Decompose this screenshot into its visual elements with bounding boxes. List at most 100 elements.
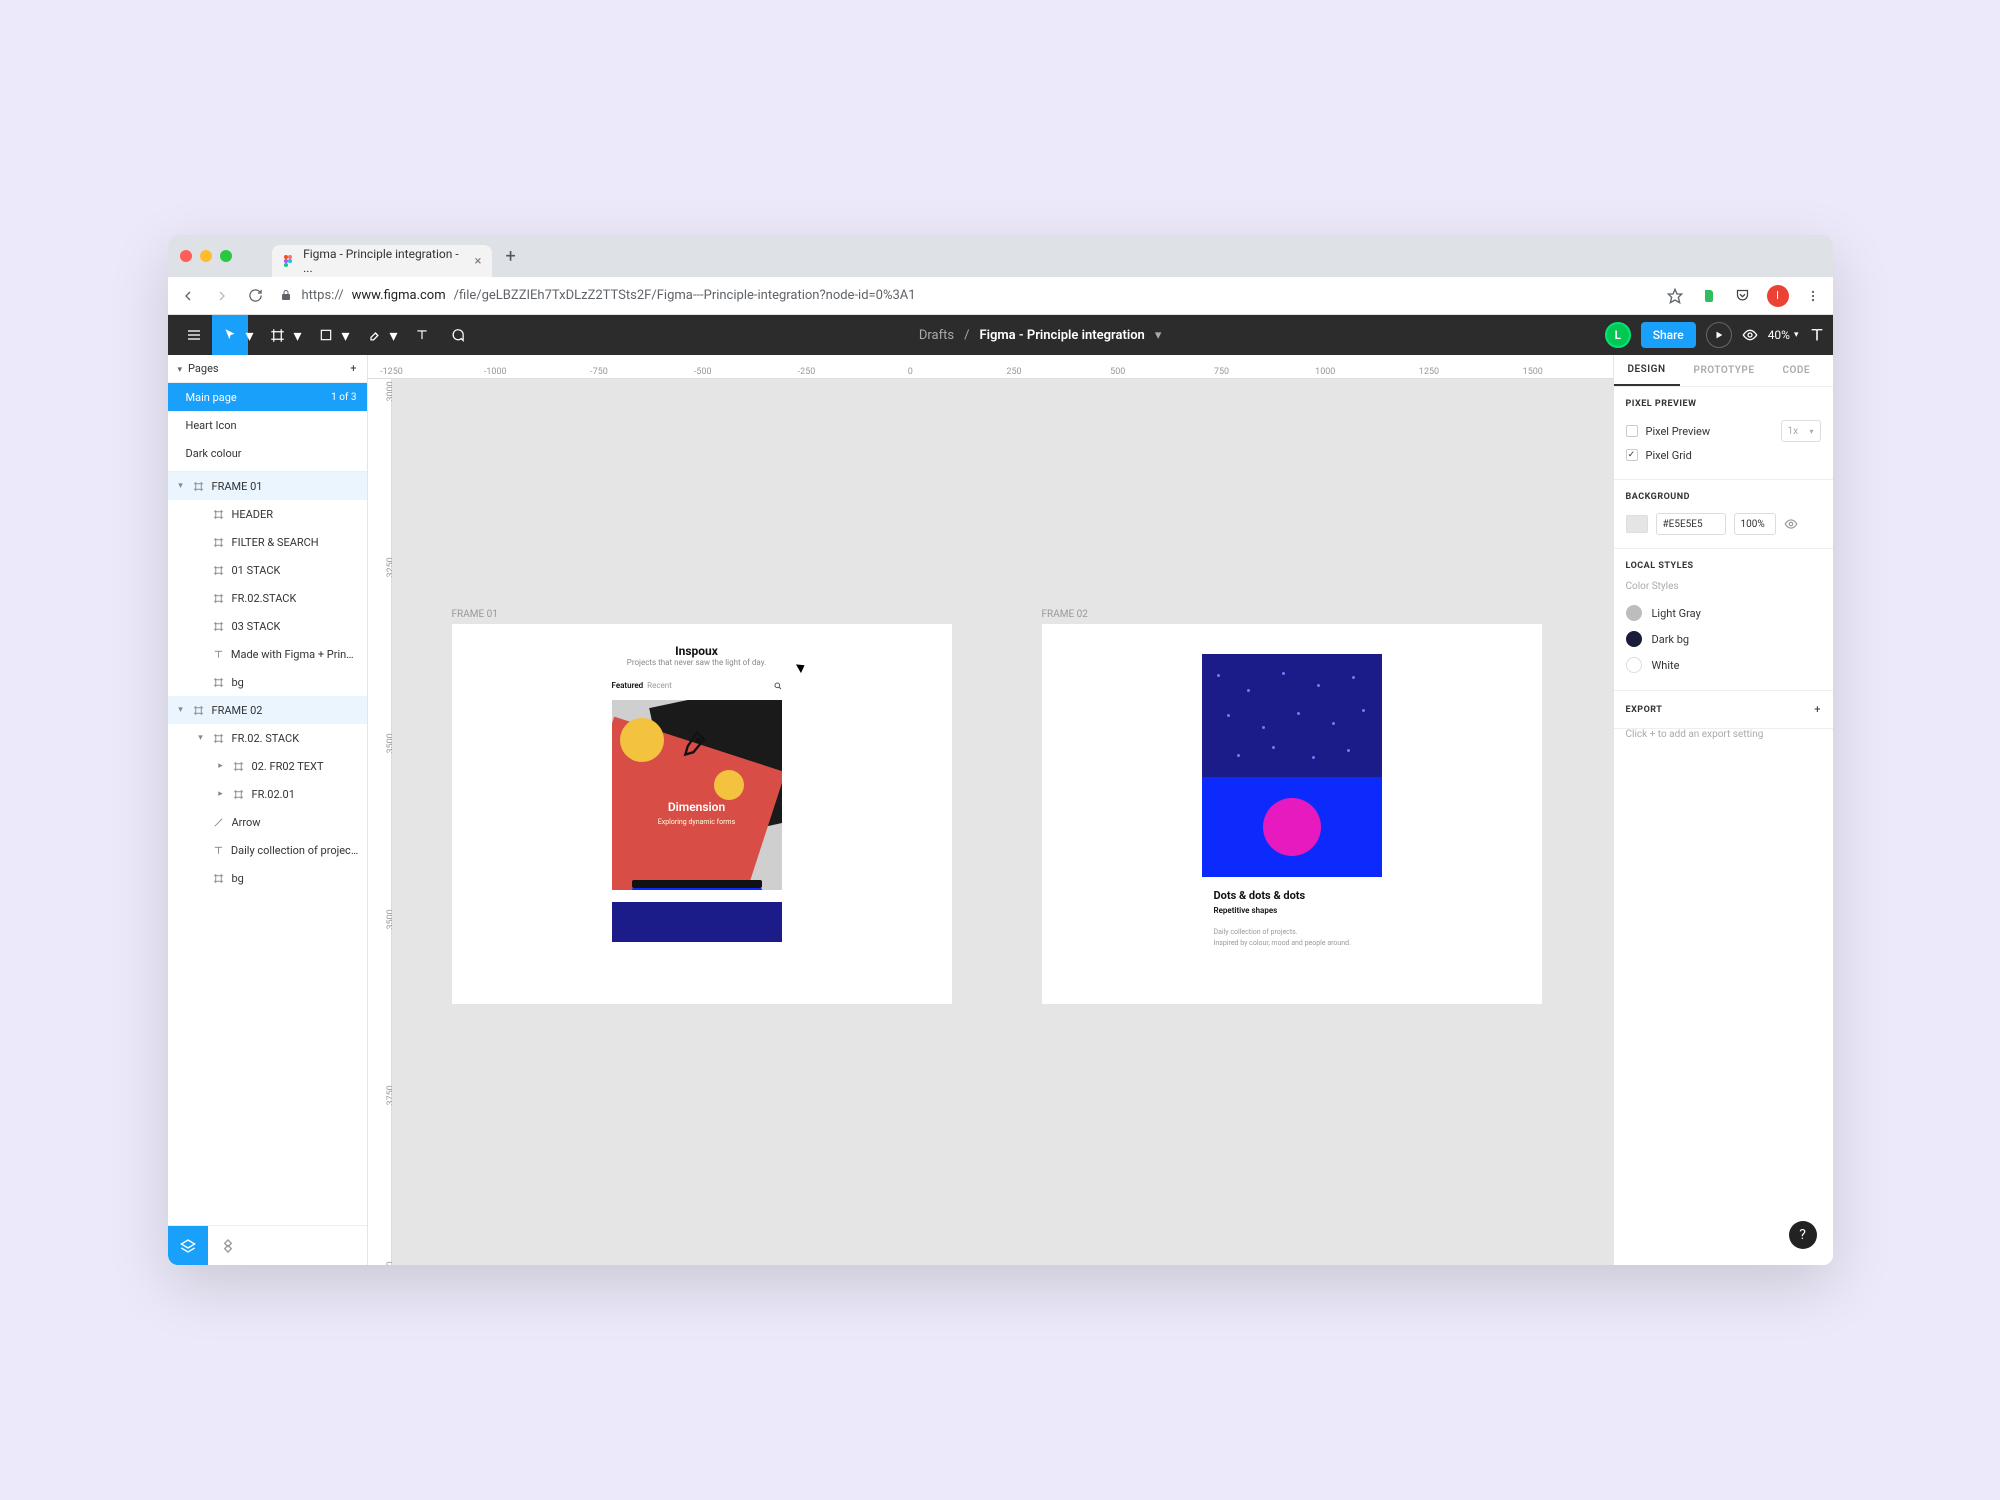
- style-white[interactable]: White: [1626, 652, 1821, 678]
- background-hex-input[interactable]: #E5E5E5: [1656, 513, 1726, 535]
- browser-actions: I: [1665, 285, 1823, 307]
- browser-tab-title: Figma - Principle integration - ...: [303, 247, 466, 275]
- frame-a-label[interactable]: FRAME 01: [452, 609, 498, 620]
- add-page-button[interactable]: +: [350, 362, 356, 375]
- maximize-window-icon[interactable]: [220, 250, 232, 262]
- zoom-control[interactable]: 40%▾: [1768, 328, 1799, 342]
- layer-row[interactable]: ▸Arrow: [168, 808, 367, 836]
- layer-row[interactable]: ▸01 STACK: [168, 556, 367, 584]
- pen-tool[interactable]: [356, 315, 392, 355]
- layer-disclosure-icon[interactable]: ▾: [176, 481, 186, 491]
- frame-b-label[interactable]: FRAME 02: [1042, 609, 1088, 620]
- decorative-dot: [1217, 674, 1220, 677]
- shape-tool[interactable]: [308, 315, 344, 355]
- forward-button[interactable]: [212, 286, 232, 306]
- layer-row[interactable]: ▸bg: [168, 864, 367, 892]
- document-breadcrumb[interactable]: Drafts / Figma - Principle integration ▾: [476, 328, 1605, 343]
- decorative-dot: [1317, 684, 1320, 687]
- move-tool-dropdown[interactable]: ▾: [244, 326, 256, 345]
- star-icon[interactable]: [1665, 286, 1685, 306]
- layer-row[interactable]: ▸bg: [168, 668, 367, 696]
- text-layer-icon: [211, 647, 225, 661]
- present-button[interactable]: [1706, 322, 1732, 348]
- profile-avatar[interactable]: I: [1767, 285, 1789, 307]
- page-row-heart[interactable]: Heart Icon: [168, 411, 367, 439]
- background-opacity-input[interactable]: 100%: [1734, 513, 1776, 535]
- add-export-button[interactable]: +: [1814, 703, 1820, 716]
- evernote-extension-icon[interactable]: [1699, 286, 1719, 306]
- canvas[interactable]: FRAME 01 Inspoux Projects that never saw…: [392, 379, 1613, 1265]
- presence-avatar[interactable]: L: [1605, 322, 1631, 348]
- layer-row[interactable]: ▸FR.02.STACK: [168, 584, 367, 612]
- pen-tool-dropdown[interactable]: ▾: [388, 326, 400, 345]
- comment-tool[interactable]: [440, 315, 476, 355]
- layer-label: bg: [232, 872, 244, 885]
- tab-design[interactable]: DESIGN: [1614, 355, 1680, 386]
- style-dark-bg[interactable]: Dark bg: [1626, 626, 1821, 652]
- layer-label: bg: [232, 676, 244, 689]
- layer-disclosure-icon[interactable]: ▸: [216, 789, 226, 799]
- ruler-tick: 250: [1006, 367, 1021, 377]
- back-button[interactable]: [178, 286, 198, 306]
- layer-row[interactable]: ▸Daily collection of project…: [168, 836, 367, 864]
- layer-disclosure-icon[interactable]: ▾: [196, 733, 206, 743]
- page-row-dark[interactable]: Dark colour: [168, 439, 367, 467]
- tab-code[interactable]: CODE: [1768, 355, 1824, 386]
- background-swatch[interactable]: [1626, 515, 1648, 533]
- layer-row[interactable]: ▸03 STACK: [168, 612, 367, 640]
- frame-a[interactable]: Inspoux Projects that never saw the ligh…: [452, 624, 952, 1004]
- url-field[interactable]: https://www.figma.com/file/geLBZZIEh7TxD…: [280, 288, 1651, 303]
- close-window-icon[interactable]: [180, 250, 192, 262]
- help-resources-button[interactable]: [1809, 327, 1825, 343]
- view-settings-button[interactable]: [1742, 327, 1758, 343]
- browser-tab[interactable]: Figma - Principle integration - ... ×: [272, 245, 492, 277]
- pages-header[interactable]: ▾Pages +: [168, 355, 367, 383]
- pixel-preview-scale-select[interactable]: 1x▾: [1781, 420, 1821, 442]
- shape-tool-dropdown[interactable]: ▾: [340, 326, 352, 345]
- background-visibility-icon[interactable]: [1784, 517, 1798, 531]
- document-menu-chevron-icon[interactable]: ▾: [1155, 328, 1162, 343]
- layer-row[interactable]: ▸Made with Figma + Princi…: [168, 640, 367, 668]
- document-title[interactable]: Figma - Principle integration: [979, 328, 1144, 343]
- help-fab[interactable]: ?: [1789, 1221, 1817, 1249]
- layer-row[interactable]: ▾ FRAME 02: [168, 696, 367, 724]
- pixel-grid-checkbox[interactable]: ✓: [1626, 449, 1638, 461]
- new-tab-button[interactable]: +: [506, 246, 516, 267]
- layer-row[interactable]: ▸FILTER & SEARCH: [168, 528, 367, 556]
- layers-tab-icon[interactable]: [168, 1226, 208, 1265]
- canvas-area[interactable]: -1250-1000-750-500-250025050075010001250…: [368, 355, 1613, 1265]
- layer-row[interactable]: ▸FR.02.01: [168, 780, 367, 808]
- pixel-preview-checkbox[interactable]: [1626, 425, 1638, 437]
- layer-label: FRAME 02: [212, 704, 263, 717]
- frame-tool[interactable]: [260, 315, 296, 355]
- layer-label: FILTER & SEARCH: [232, 536, 319, 549]
- reload-button[interactable]: [246, 286, 266, 306]
- page-row-main[interactable]: Main page 1 of 3: [168, 383, 367, 411]
- pocket-extension-icon[interactable]: [1733, 286, 1753, 306]
- layer-disclosure-icon[interactable]: ▾: [176, 705, 186, 715]
- layer-row[interactable]: ▾FRAME 01: [168, 472, 367, 500]
- browser-menu-icon[interactable]: [1803, 286, 1823, 306]
- frame-b[interactable]: Dots & dots & dots Repetitive shapes Dai…: [1042, 624, 1542, 1004]
- pages-caret-icon[interactable]: ▾: [178, 365, 183, 375]
- frame-tool-dropdown[interactable]: ▾: [292, 326, 304, 345]
- move-tool[interactable]: [212, 315, 248, 355]
- browser-address-bar: https://www.figma.com/file/geLBZZIEh7TxD…: [168, 277, 1833, 315]
- layer-label: Arrow: [232, 816, 261, 829]
- breadcrumb-root[interactable]: Drafts: [919, 328, 954, 343]
- lock-icon: [280, 289, 294, 303]
- minimize-window-icon[interactable]: [200, 250, 212, 262]
- window-controls[interactable]: [180, 250, 232, 262]
- style-light-gray[interactable]: Light Gray: [1626, 600, 1821, 626]
- assets-tab-icon[interactable]: [208, 1226, 248, 1265]
- close-tab-icon[interactable]: ×: [475, 254, 482, 269]
- layer-disclosure-icon[interactable]: ▸: [216, 761, 226, 771]
- decorative-dot: [1297, 712, 1300, 715]
- main-menu-button[interactable]: [176, 315, 212, 355]
- share-button[interactable]: Share: [1641, 322, 1696, 348]
- layer-row[interactable]: ▸02. FR02 TEXT: [168, 752, 367, 780]
- text-tool[interactable]: [404, 315, 440, 355]
- layer-row[interactable]: ▸HEADER: [168, 500, 367, 528]
- tab-prototype[interactable]: PROTOTYPE: [1680, 355, 1769, 386]
- layer-row[interactable]: ▾FR.02. STACK: [168, 724, 367, 752]
